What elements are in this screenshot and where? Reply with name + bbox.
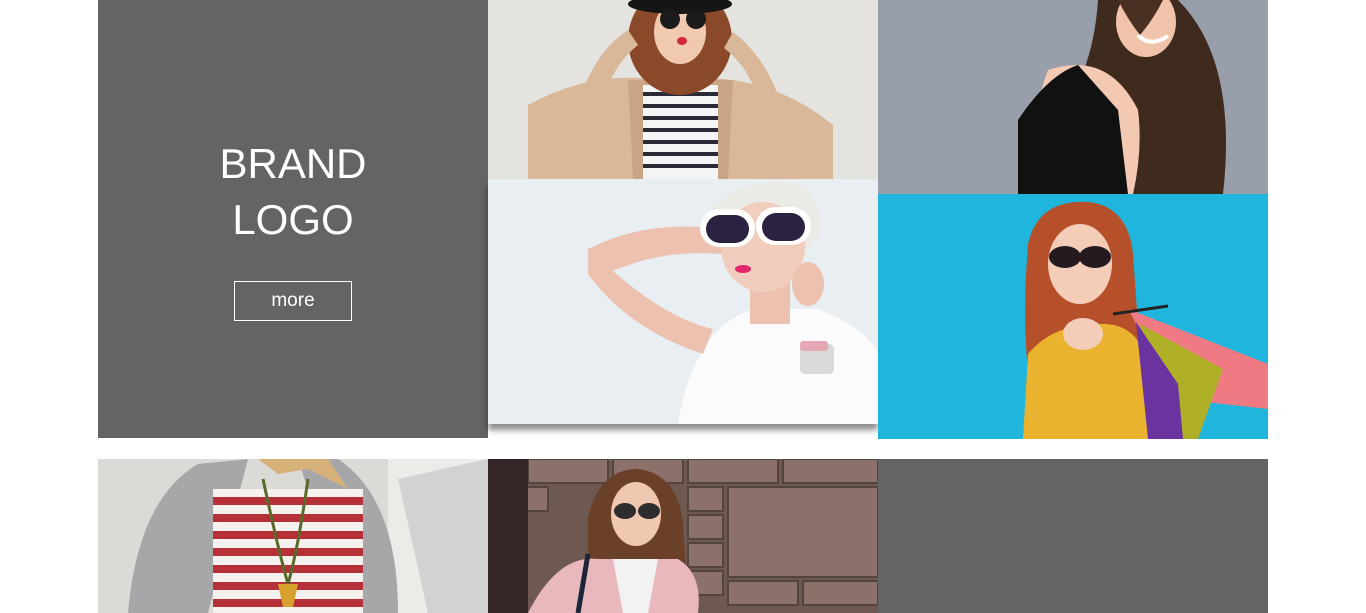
- brand-logo-line2: LOGO: [232, 196, 354, 243]
- photo-woman-shopping-bags[interactable]: [878, 194, 1268, 439]
- brand-logo-line1: BRAND: [219, 140, 367, 187]
- photo-woman-hat-sunglasses[interactable]: [488, 0, 878, 179]
- bottom-gallery-grid: [98, 459, 1268, 613]
- brand-logo: BRAND LOGO: [98, 136, 488, 248]
- photo-woman-long-brown-hair[interactable]: [878, 0, 1268, 194]
- photo-woman-white-sunglasses[interactable]: [488, 179, 878, 424]
- more-button[interactable]: more: [234, 281, 352, 321]
- brand-tile: BRAND LOGO more: [98, 0, 488, 438]
- photo-woman-brick-wall[interactable]: [488, 459, 878, 613]
- photo-woman-fur-coat[interactable]: [98, 459, 488, 613]
- gray-placeholder-tile: [878, 459, 1268, 613]
- top-gallery-grid: BRAND LOGO more: [98, 0, 1268, 439]
